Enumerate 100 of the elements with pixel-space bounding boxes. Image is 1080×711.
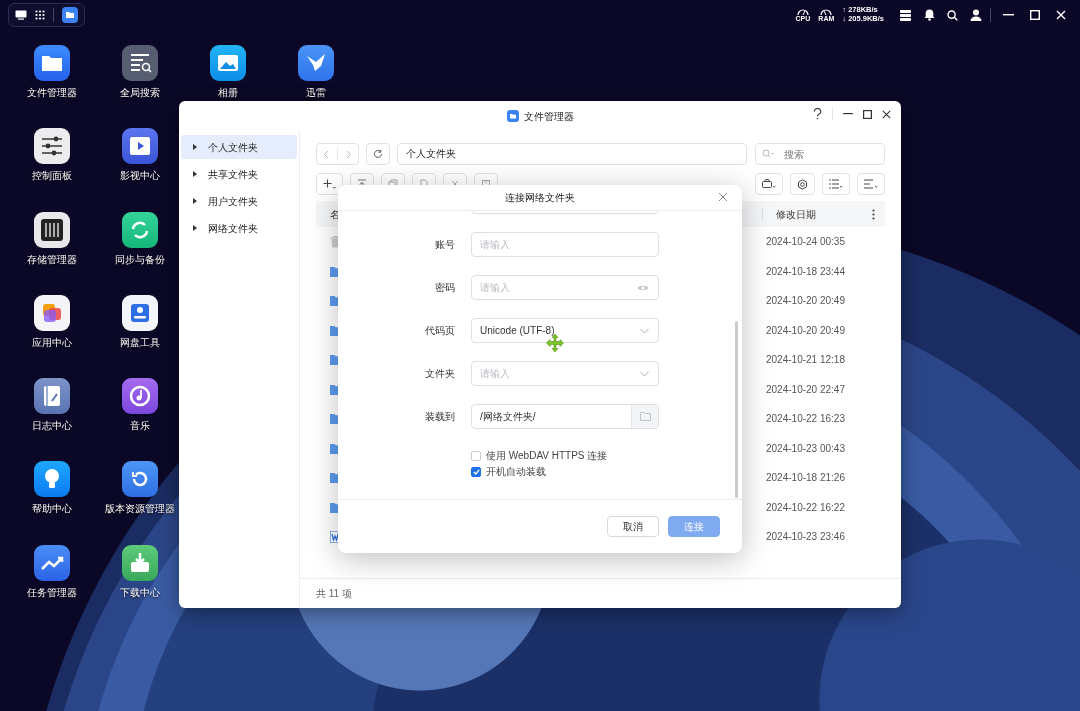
app-label: 影视中心 xyxy=(120,170,160,182)
field-label: 代码页 xyxy=(424,324,455,338)
desktop-app[interactable]: 下载中心 xyxy=(120,544,160,598)
app-label: 帮助中心 xyxy=(32,503,72,515)
app-label: 下载中心 xyxy=(120,586,160,598)
desktop-app[interactable]: 存储管理器 xyxy=(27,211,77,265)
password-field[interactable]: 请输入 xyxy=(471,275,659,300)
sidebar-item[interactable]: 用户文件夹 xyxy=(181,189,297,213)
minimize-icon[interactable] xyxy=(1003,14,1014,16)
cpu-gauge-icon xyxy=(796,8,809,15)
maximize-icon[interactable] xyxy=(863,109,872,119)
list-view-button[interactable] xyxy=(822,173,850,195)
table-cell-text: 2024-10-23 23:46 xyxy=(766,530,846,545)
desktop-app[interactable]: 迅雷 xyxy=(298,45,334,98)
drive-button[interactable] xyxy=(755,173,783,195)
desktop-app[interactable]: 音乐 xyxy=(122,378,158,432)
download-icon xyxy=(122,544,158,581)
refresh-icon xyxy=(373,149,383,159)
list-icon xyxy=(829,179,843,189)
desktop-app[interactable]: 控制面板 xyxy=(32,128,72,182)
minimize-icon[interactable] xyxy=(843,113,853,115)
input-field[interactable]: 请输入 xyxy=(471,232,659,257)
folder-icon[interactable] xyxy=(62,7,78,23)
apps-grid-icon[interactable] xyxy=(35,10,45,20)
checkbox[interactable] xyxy=(471,450,481,461)
desktop-app[interactable]: 全局搜索 xyxy=(120,45,160,98)
window-title: 文件管理器 xyxy=(523,109,574,124)
checkbox-label: 开机自动装载 xyxy=(486,465,546,479)
music-icon xyxy=(122,378,158,415)
sort-icon xyxy=(864,179,878,189)
table-cell-text: 2024-10-20 20:49 xyxy=(766,323,846,338)
chart-icon xyxy=(34,544,70,581)
column-header[interactable]: 名 xyxy=(330,206,340,222)
search-icon[interactable] xyxy=(947,9,958,21)
app-label: 版本资源管理器 xyxy=(105,503,175,515)
sliders-icon xyxy=(34,128,70,165)
server-icon[interactable] xyxy=(900,9,911,21)
expand-arrow-icon[interactable] xyxy=(193,198,197,204)
new-button[interactable] xyxy=(316,173,343,195)
checkbox[interactable] xyxy=(471,466,481,477)
bird-icon xyxy=(298,45,334,81)
folder-icon xyxy=(34,45,70,81)
column-header[interactable]: 修改日期 xyxy=(776,206,872,222)
desktop-app[interactable]: 帮助中心 xyxy=(32,461,72,515)
expand-arrow-icon[interactable] xyxy=(193,225,197,231)
user-icon[interactable] xyxy=(970,9,982,21)
search-field[interactable]: 搜索 xyxy=(755,143,885,165)
play-icon xyxy=(122,128,158,165)
app-label: 文件管理器 xyxy=(27,87,77,98)
help-icon[interactable] xyxy=(813,108,822,120)
settings-button[interactable] xyxy=(790,173,815,195)
desktop-app[interactable]: 同步与备份 xyxy=(115,211,165,265)
history-icon xyxy=(122,461,158,498)
table-cell-text: 2024-10-18 21:26 xyxy=(766,471,846,486)
folder-icon xyxy=(506,110,519,122)
table-cell-text: 2024-10-22 16:23 xyxy=(766,412,846,427)
trash-icon xyxy=(330,235,341,248)
table-cell-text: 2024-10-20 22:47 xyxy=(766,382,846,397)
app-label: 音乐 xyxy=(130,420,150,432)
table-cell-text: 2024-10-20 20:49 xyxy=(766,294,846,309)
scrollbar[interactable] xyxy=(735,321,738,498)
dropdown-field[interactable]: Unicode (UTF-8) xyxy=(471,318,659,343)
cancel-button[interactable]: 取消 xyxy=(607,516,659,537)
sidebar-item[interactable]: 共享文件夹 xyxy=(181,162,297,186)
desktop-app[interactable]: 日志中心 xyxy=(32,378,72,432)
desktop-app[interactable]: 版本资源管理器 xyxy=(105,461,175,515)
plus-icon xyxy=(323,179,336,189)
app-label: 全局搜索 xyxy=(120,87,160,98)
desktop-app[interactable]: 影视中心 xyxy=(120,128,160,182)
field-label: 文件夹 xyxy=(424,367,455,381)
sidebar-item[interactable]: 网络文件夹 xyxy=(181,216,297,240)
dropdown-field[interactable]: 请输入 xyxy=(471,361,659,386)
bell-icon[interactable] xyxy=(924,9,935,21)
drive-icon xyxy=(122,294,158,331)
desktop-app[interactable]: 相册 xyxy=(210,45,246,98)
close-icon[interactable] xyxy=(882,109,891,119)
refresh-button[interactable] xyxy=(366,143,390,165)
item-count: 共 11 项 xyxy=(316,587,352,601)
app-label: 相册 xyxy=(218,87,238,98)
sidebar-item[interactable]: 个人文件夹 xyxy=(181,135,297,159)
expand-arrow-icon[interactable] xyxy=(193,144,197,150)
desktop-app[interactable]: 网盘工具 xyxy=(120,294,160,348)
app-label: 日志中心 xyxy=(32,420,72,432)
expand-arrow-icon[interactable] xyxy=(193,171,197,177)
notebook-icon xyxy=(34,378,70,415)
desktop-app[interactable]: 任务管理器 xyxy=(27,544,77,598)
app-label: 同步与备份 xyxy=(115,253,165,265)
sort-button[interactable] xyxy=(857,173,885,195)
ram-gauge-icon xyxy=(820,8,833,15)
desktop-app[interactable]: 应用中心 xyxy=(32,294,72,348)
more-icon[interactable] xyxy=(872,208,875,220)
field-label: 账号 xyxy=(434,238,455,252)
disk-array-icon xyxy=(34,211,70,248)
monitor-icon[interactable] xyxy=(15,10,27,20)
drive-icon xyxy=(762,179,776,189)
desktop-app[interactable]: 文件管理器 xyxy=(27,45,77,98)
app-label: 网盘工具 xyxy=(120,336,160,348)
table-cell-text: 2024-10-23 00:43 xyxy=(766,441,846,456)
settings-icon xyxy=(797,178,808,190)
path-field[interactable]: 个人文件夹 xyxy=(397,143,747,165)
